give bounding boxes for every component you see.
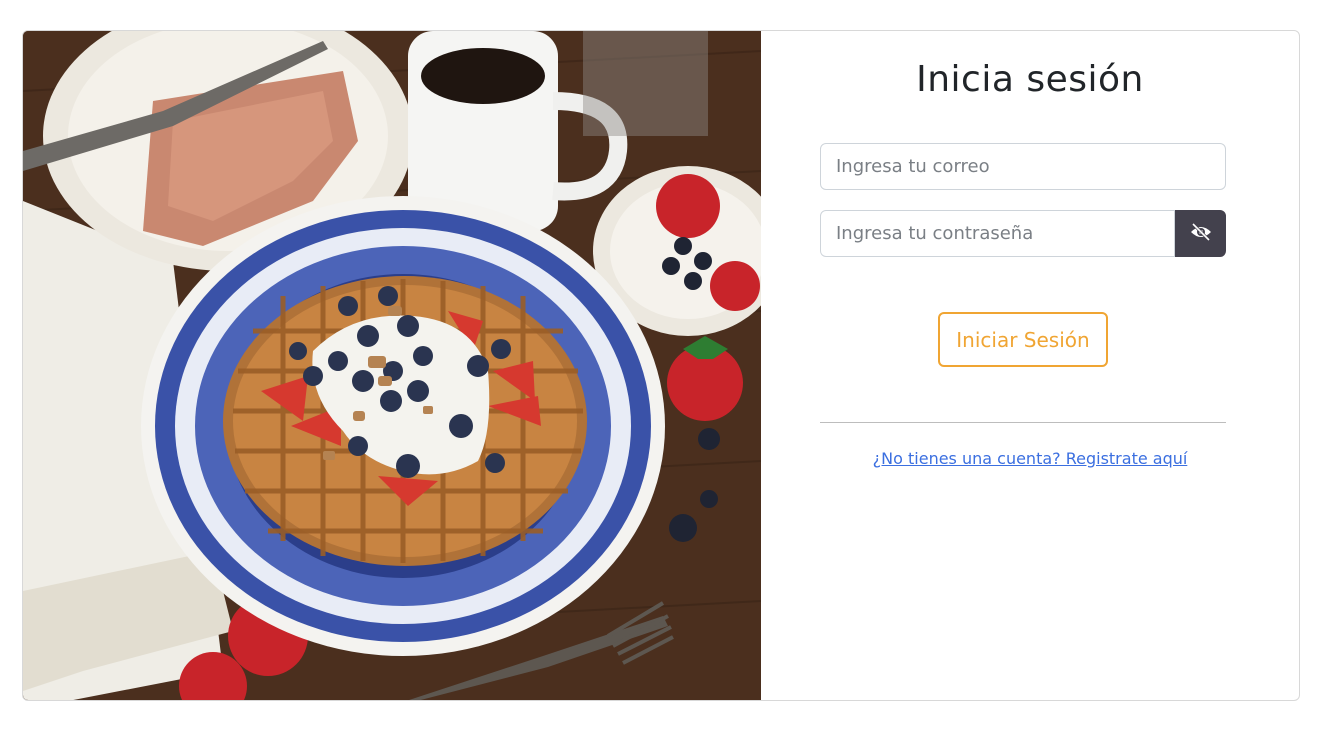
login-card: Inicia sesión Iniciar Sesión ¿No tienes … <box>22 30 1300 701</box>
toggle-password-button[interactable] <box>1175 210 1226 257</box>
password-input[interactable] <box>820 210 1175 257</box>
password-group <box>820 210 1226 257</box>
register-link[interactable]: ¿No tienes una cuenta? Registrate aquí <box>761 449 1299 468</box>
divider <box>820 422 1226 423</box>
page-title: Inicia sesión <box>916 59 1144 100</box>
email-input[interactable] <box>820 143 1226 190</box>
eye-slash-icon <box>1190 222 1212 245</box>
login-form-panel: Inicia sesión Iniciar Sesión ¿No tienes … <box>761 31 1299 700</box>
login-button[interactable]: Iniciar Sesión <box>938 312 1108 367</box>
waffle-breakfast-photo <box>23 31 761 700</box>
